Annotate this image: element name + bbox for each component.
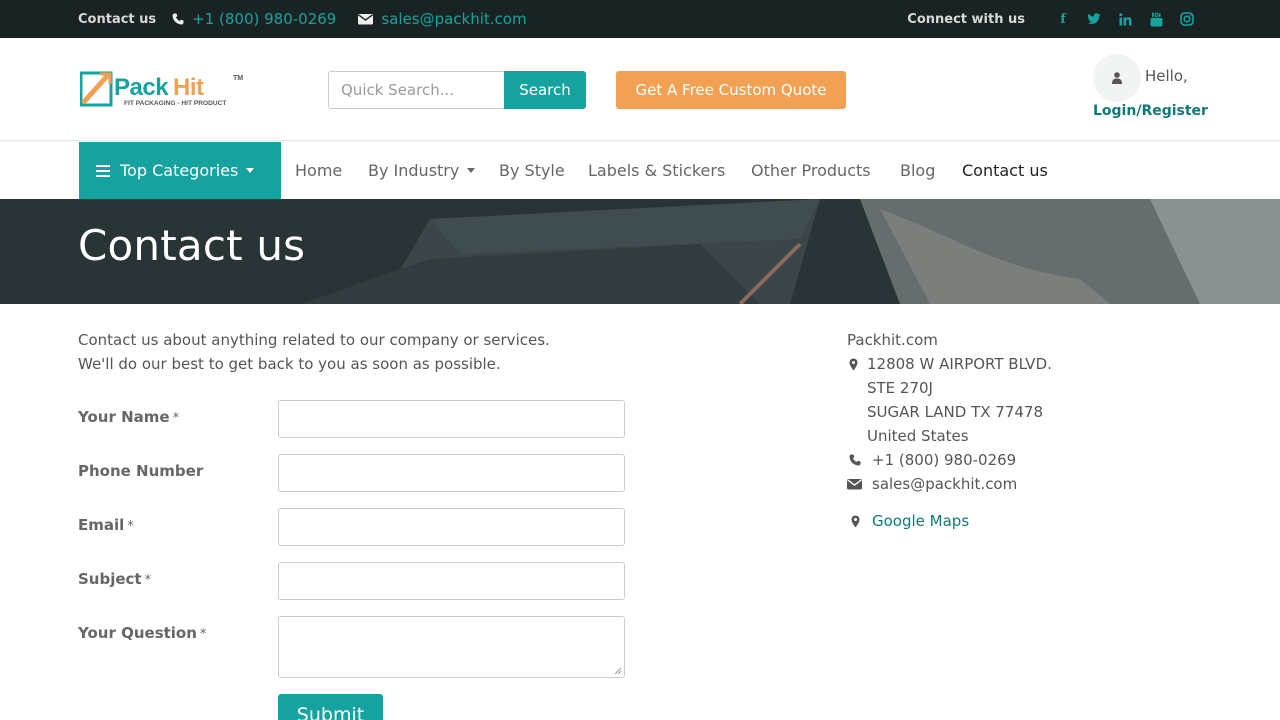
quick-search-input[interactable]: Quick Search... xyxy=(328,71,505,109)
address-city: SUGAR LAND TX 77478 xyxy=(867,403,1044,421)
nav-by-industry[interactable]: By Industry xyxy=(368,142,476,199)
company-address: Packhit.com 12808 W AIRPORT BLVD. STE 27… xyxy=(847,328,1052,533)
google-maps-line: Google Maps xyxy=(847,509,1052,533)
question-label: Your Question * xyxy=(78,624,206,642)
map-marker-icon xyxy=(851,515,860,528)
address-email: sales@packhit.com xyxy=(872,475,1018,493)
email-field[interactable] xyxy=(278,508,625,546)
required-mark: * xyxy=(127,519,134,534)
intro-line-1: Contact us about anything related to our… xyxy=(78,331,550,349)
youtube-icon[interactable] xyxy=(1149,12,1163,26)
nav-by-industry-label: By Industry xyxy=(368,161,460,180)
svg-text:Hit: Hit xyxy=(173,74,204,101)
phone-icon xyxy=(849,454,861,466)
topbar-phone-link[interactable]: +1 (800) 980-0269 xyxy=(192,10,336,28)
search-button[interactable]: Search xyxy=(504,71,586,109)
linkedin-icon[interactable] xyxy=(1118,12,1132,26)
main-nav: Top Categories Home By Industry By Style… xyxy=(0,142,1280,199)
chevron-down-icon xyxy=(246,168,255,173)
subject-label-text: Subject xyxy=(78,570,142,588)
question-label-text: Your Question xyxy=(78,624,197,642)
hamburger-icon xyxy=(96,164,110,177)
question-textarea[interactable] xyxy=(278,616,625,678)
phone-icon xyxy=(172,13,184,25)
form-row-email: Email * xyxy=(78,508,638,548)
nav-contact-us[interactable]: Contact us xyxy=(962,142,1048,199)
address-suite: STE 270J xyxy=(867,379,933,397)
svg-text:Pack: Pack xyxy=(114,74,169,101)
connect-label: Connect with us xyxy=(907,11,1025,27)
twitter-icon[interactable] xyxy=(1087,12,1101,26)
required-mark: * xyxy=(172,411,180,426)
page-banner: Contact us xyxy=(0,199,1280,304)
instagram-icon[interactable] xyxy=(1180,12,1194,26)
address-street: 12808 W AIRPORT BLVD. xyxy=(867,355,1052,373)
form-row-subject: Subject * xyxy=(78,562,638,602)
intro-line-2: We'll do our best to get back to you as … xyxy=(78,355,501,373)
nav-blog-label: Blog xyxy=(900,161,936,180)
map-marker-icon xyxy=(849,358,858,371)
intro-text: Contact us about anything related to our… xyxy=(78,328,550,376)
top-categories-dropdown[interactable]: Top Categories xyxy=(79,142,281,199)
nav-other-products[interactable]: Other Products xyxy=(751,142,871,199)
login-register-link[interactable]: Login/Register xyxy=(1093,103,1208,119)
nav-contact-us-label: Contact us xyxy=(962,161,1048,180)
nav-blog[interactable]: Blog xyxy=(900,142,935,199)
google-maps-link[interactable]: Google Maps xyxy=(872,512,969,530)
nav-labels-stickers-label: Labels & Stickers xyxy=(588,161,726,180)
address-email-line: sales@packhit.com xyxy=(847,472,1052,496)
envelope-icon xyxy=(358,14,374,25)
page-title: Contact us xyxy=(78,221,306,270)
address-country: United States xyxy=(867,427,969,445)
required-mark: * xyxy=(199,627,207,642)
topbar-contact-label: Contact us xyxy=(78,11,157,27)
company-name: Packhit.com xyxy=(847,331,938,349)
top-categories-label: Top Categories xyxy=(120,161,239,180)
resize-handle-icon[interactable] xyxy=(614,667,622,675)
nav-labels-stickers[interactable]: Labels & Stickers xyxy=(588,142,725,199)
address-phone: +1 (800) 980-0269 xyxy=(872,451,1017,469)
email-label: Email * xyxy=(78,516,134,534)
user-avatar[interactable] xyxy=(1093,54,1141,102)
subject-field[interactable] xyxy=(278,562,625,600)
submit-button[interactable]: Submit xyxy=(278,694,383,720)
user-icon xyxy=(1112,72,1122,84)
form-row-name: Your Name * xyxy=(78,400,638,440)
hello-greeting: Hello, xyxy=(1145,67,1188,85)
packhit-logo[interactable]: Pack Hit TM FIT PACKAGING - HIT PRODUCT xyxy=(80,69,245,111)
name-field[interactable] xyxy=(278,400,625,438)
nav-home[interactable]: Home xyxy=(295,142,342,199)
topbar-email-link[interactable]: sales@packhit.com xyxy=(381,10,526,28)
name-label-text: Your Name xyxy=(78,408,170,426)
envelope-icon xyxy=(847,479,862,490)
form-row-phone: Phone Number xyxy=(78,454,638,494)
nav-by-style-label: By Style xyxy=(499,161,565,180)
address-phone-line: +1 (800) 980-0269 xyxy=(847,448,1052,472)
address-street-line: 12808 W AIRPORT BLVD. xyxy=(847,352,1052,376)
chevron-down-icon xyxy=(467,168,476,173)
email-label-text: Email xyxy=(78,516,125,534)
subject-label: Subject * xyxy=(78,570,151,588)
site-header: Pack Hit TM FIT PACKAGING - HIT PRODUCT … xyxy=(0,38,1280,141)
nav-home-label: Home xyxy=(295,161,343,180)
top-bar: Contact us +1 (800) 980-0269 sales@packh… xyxy=(0,0,1280,38)
svg-text:TM: TM xyxy=(233,75,243,82)
required-mark: * xyxy=(144,573,152,588)
phone-label: Phone Number xyxy=(78,462,204,480)
nav-other-products-label: Other Products xyxy=(751,161,871,180)
phone-field[interactable] xyxy=(278,454,625,492)
nav-by-style[interactable]: By Style xyxy=(499,142,565,199)
free-quote-button[interactable]: Get A Free Custom Quote xyxy=(616,71,846,109)
name-label: Your Name * xyxy=(78,408,179,426)
form-row-question: Your Question * xyxy=(78,616,638,680)
svg-text:FIT PACKAGING - HIT PRODUCT: FIT PACKAGING - HIT PRODUCT xyxy=(124,100,226,107)
facebook-icon[interactable]: f xyxy=(1056,12,1070,27)
